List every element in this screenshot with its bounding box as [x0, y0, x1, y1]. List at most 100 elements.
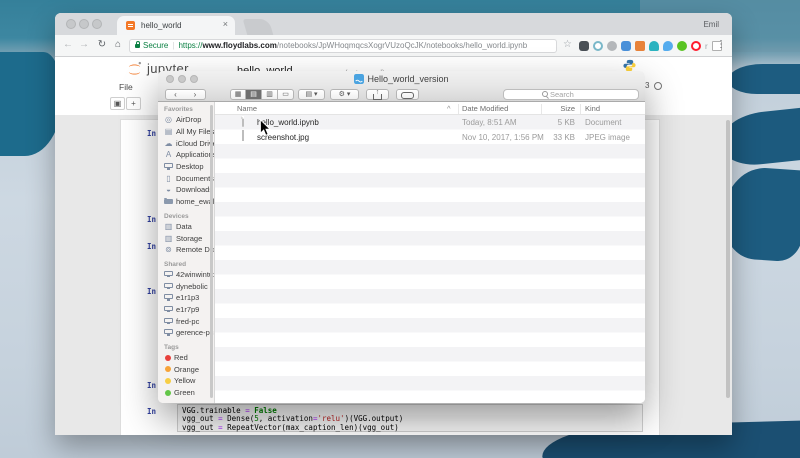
window-minimize-button[interactable]: [79, 19, 89, 29]
sidebar-item-desktop[interactable]: Desktop: [164, 161, 214, 173]
share-button[interactable]: [366, 88, 389, 100]
shield-extension-icon[interactable]: [579, 41, 589, 51]
cell-prompt: In: [147, 242, 157, 251]
file-size: 5 KB: [557, 118, 575, 127]
desktop: hello_world × Emil ← → ↻ ⌂ Secure | http…: [0, 0, 800, 458]
sidebar-item-downloads[interactable]: ◒ Downloads: [164, 184, 214, 196]
page-scrollbar[interactable]: [726, 120, 730, 398]
desktop-icon: [164, 163, 173, 170]
sidebar-item-42winwintux[interactable]: 42winwintux: [164, 269, 214, 281]
security-label: Secure: [143, 41, 169, 50]
sidebar-item-all-my-files[interactable]: ▤ All My Files: [164, 126, 214, 138]
downloads-icon: ◒: [166, 185, 171, 195]
applications-icon: A: [165, 150, 172, 160]
finder-toolbar: ‹ › ▦ ▤ ▥ ▭ ▤ ▾ ⚙ ▾: [158, 87, 645, 102]
tags-button[interactable]: [396, 88, 419, 100]
sidebar-item-e1r1p3[interactable]: e1r1p3: [164, 292, 214, 304]
code-cell-input[interactable]: VGG.trainable = False vgg_out = Dense(5, …: [177, 404, 643, 432]
sidebar-item-remote-disc[interactable]: ⊚ Remote Disc: [164, 244, 214, 256]
sort-ascending-icon[interactable]: ^: [447, 104, 451, 113]
column-header-kind[interactable]: Kind: [585, 104, 600, 113]
home-icon[interactable]: ⌂: [111, 39, 125, 50]
window-zoom-button[interactable]: [92, 19, 102, 29]
wifi-extension-icon[interactable]: [649, 41, 659, 51]
opera-extension-icon[interactable]: [691, 41, 701, 51]
back-button[interactable]: ‹: [165, 88, 186, 100]
sidebar-item-icloud-drive[interactable]: ☁ iCloud Drive: [164, 137, 215, 149]
sidebar-item-e1r7p9[interactable]: e1r7p9: [164, 304, 214, 316]
sidebar-item-tag-green[interactable]: Green: [164, 387, 214, 399]
sidebar-item-data[interactable]: ▥ Data: [164, 221, 214, 233]
stack-icon: ▤: [164, 127, 173, 137]
new-tab-button[interactable]: [242, 19, 274, 35]
column-header-size[interactable]: Size: [545, 104, 575, 113]
search-input[interactable]: [550, 89, 600, 99]
sidebar-item-tag-yellow[interactable]: Yellow: [164, 375, 214, 387]
sidebar-scrollbar[interactable]: [210, 105, 213, 398]
chevron-down-icon: ▾: [314, 90, 318, 98]
action-dropdown[interactable]: ⚙ ▾: [330, 88, 359, 100]
sidebar-item-airdrop[interactable]: ◎ AirDrop: [164, 114, 214, 126]
file-row-hello-world-ipynb[interactable]: hello_world.ipynb Today, 8:51 AM 5 KB Do…: [215, 115, 645, 130]
folder-icon: [164, 197, 173, 205]
url-path: /notebooks/JpWHoqmqcsXogrVUzoQcJK/notebo…: [276, 41, 528, 50]
address-bar[interactable]: Secure | https://www.floydlabs.com/noteb…: [129, 38, 557, 53]
sidebar-item-home-ewall[interactable]: home_ewall…: [164, 196, 214, 208]
list-view-button[interactable]: ▤: [246, 88, 262, 100]
browser-tab[interactable]: hello_world ×: [117, 16, 235, 35]
airdrop-icon: ◎: [165, 115, 172, 125]
file-kind: Document: [585, 118, 622, 127]
tab-strip: hello_world × Emil: [55, 13, 732, 35]
sidebar-item-gerence-pc[interactable]: gerence-pc: [164, 327, 214, 339]
reload-icon[interactable]: ↻: [95, 39, 109, 50]
green-flower-extension-icon[interactable]: [677, 41, 687, 51]
computer-icon: [164, 282, 173, 290]
browser-menu-icon[interactable]: ⋮: [716, 39, 726, 50]
cloud-icon: ☁: [164, 138, 173, 148]
add-cell-button[interactable]: +: [126, 97, 141, 110]
translate-extension-icon[interactable]: [621, 41, 631, 51]
cell-prompt: In: [147, 215, 157, 224]
chevron-down-icon: ▾: [346, 90, 351, 98]
column-header-name[interactable]: Name: [237, 104, 257, 113]
r-extension-badge[interactable]: r: [705, 42, 708, 51]
chart-extension-icon[interactable]: [635, 41, 645, 51]
code-line: vgg_out = RepeatVector(max_caption_len)(…: [182, 422, 399, 432]
sidebar-item-documents[interactable]: ▯ Documents: [164, 172, 214, 184]
sidebar-item-storage[interactable]: ▥ Storage: [164, 232, 214, 244]
bookmark-star-icon[interactable]: ☆: [563, 39, 572, 50]
wallpaper-water-shape: [0, 52, 62, 156]
tab-close-icon[interactable]: ×: [223, 19, 228, 29]
search-field[interactable]: [503, 88, 639, 100]
drive-icon: ▥: [164, 233, 173, 243]
profile-name[interactable]: Emil: [703, 20, 719, 29]
computer-icon: [164, 270, 173, 278]
forward-button[interactable]: ›: [185, 88, 206, 100]
sidebar-item-tag-orange[interactable]: Orange: [164, 363, 214, 375]
bird-extension-icon[interactable]: [663, 41, 673, 51]
save-notebook-button[interactable]: ▣: [110, 97, 125, 110]
file-row-screenshot-jpg[interactable]: screenshot.jpg Nov 10, 2017, 1:56 PM 33 …: [215, 130, 645, 145]
menu-file[interactable]: File: [119, 82, 133, 92]
sidebar-item-applications[interactable]: A Applications: [164, 149, 214, 161]
cell-prompt: In: [147, 129, 157, 138]
window-close-button[interactable]: [66, 19, 76, 29]
column-divider: [580, 104, 581, 114]
back-icon[interactable]: ←: [61, 39, 75, 50]
coverflow-view-button[interactable]: ▭: [278, 88, 294, 100]
sidebar-item-dynebolic[interactable]: dynebolic: [164, 280, 214, 292]
arrange-dropdown[interactable]: ▤ ▾: [298, 88, 325, 100]
sidebar-item-fred-pc[interactable]: fred-pc: [164, 315, 214, 327]
forward-icon[interactable]: →: [77, 39, 91, 50]
icon-view-button[interactable]: ▦: [230, 88, 246, 100]
gray-circle-extension-icon[interactable]: [607, 41, 617, 51]
clock-extension-icon[interactable]: [593, 41, 603, 51]
cell-prompt: In: [147, 407, 157, 416]
lock-icon: [135, 40, 140, 48]
column-header-date-modified[interactable]: Date Modified: [462, 104, 508, 113]
finder-sidebar: Favorites ◎ AirDrop ▤ All My Files ☁ iCloud…: [158, 102, 215, 403]
url-host: www.floydlabs.com: [202, 41, 277, 50]
sidebar-item-tag-red[interactable]: Red: [164, 352, 214, 364]
column-view-button[interactable]: ▥: [262, 88, 278, 100]
file-size: 33 KB: [553, 132, 575, 142]
